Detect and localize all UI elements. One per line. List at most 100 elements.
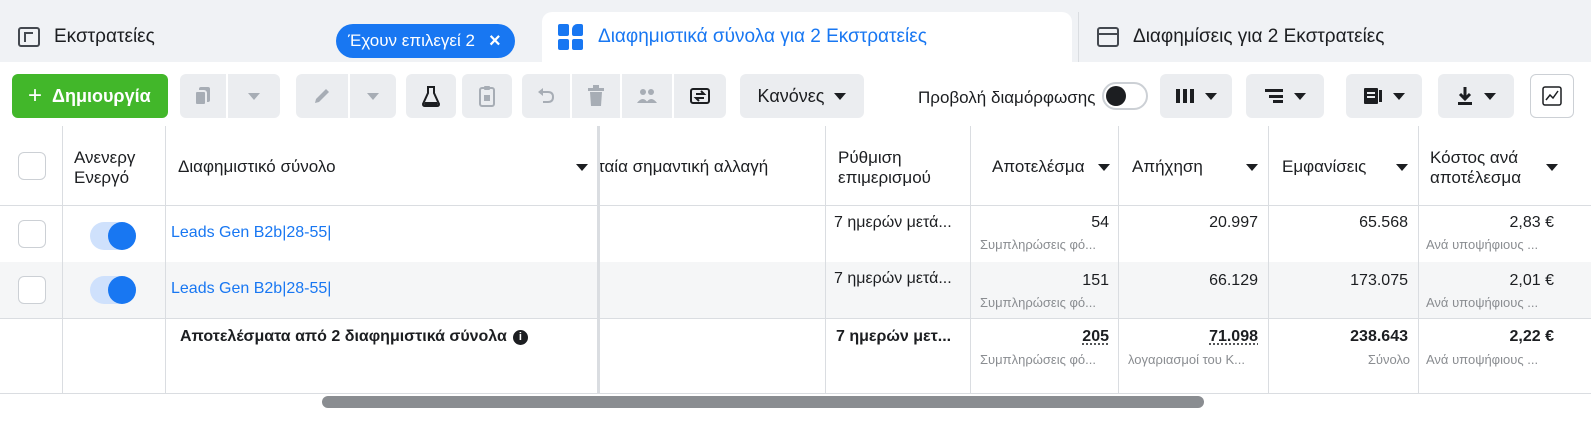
adsets-table: Ανενεργ Ενεργό Διαφημιστικό σύνολο ταία …: [0, 126, 1591, 422]
impressions-cell: 173.075: [1350, 272, 1408, 289]
summary-attribution: 7 ημερών μετ...: [836, 328, 952, 345]
undo-button[interactable]: [522, 74, 570, 118]
chevron-down-icon[interactable]: [1246, 164, 1258, 171]
create-button[interactable]: + Δημιουργία: [12, 74, 168, 118]
swap-button[interactable]: [674, 74, 726, 118]
header-impressions[interactable]: Εμφανίσεις: [1282, 157, 1366, 177]
tab-ads-label: Διαφημίσεις για 2 Εκστρατείες: [1133, 26, 1385, 47]
summary-reach-value: 71.098: [1209, 328, 1258, 345]
duplicate-button[interactable]: [180, 74, 226, 118]
column-divider: [165, 126, 166, 394]
header-attribution-setting[interactable]: Ρύθμιση επιμερισμού: [838, 148, 958, 188]
chevron-down-icon[interactable]: [576, 164, 588, 171]
header-last-significant-edit[interactable]: ταία σημαντική αλλαγή: [598, 157, 768, 177]
header-reach[interactable]: Απήχηση: [1132, 157, 1203, 177]
duplicate-dropdown-button[interactable]: [228, 74, 280, 118]
columns-button[interactable]: [1160, 74, 1232, 118]
results-cell: 54: [1091, 214, 1109, 231]
summary-impressions: 238.643: [1350, 328, 1408, 345]
results-type-cell: Συμπληρώσεις φό...: [980, 237, 1096, 252]
duplicate-icon: [194, 87, 210, 106]
download-icon: [1458, 87, 1472, 105]
rules-button[interactable]: Κανόνες: [740, 74, 864, 118]
charts-button[interactable]: [1530, 74, 1574, 118]
results-cell: 151: [1082, 272, 1109, 289]
chevron-down-icon: [1484, 92, 1496, 100]
header-adset-name[interactable]: Διαφημιστικό σύνολο: [178, 157, 336, 177]
adset-enable-toggle[interactable]: [90, 222, 136, 250]
tab-campaigns-label: Εκστρατείες: [54, 26, 155, 47]
toolbar: + Δημιουργία Κανόνες Προβολή διαμόρφωσης: [0, 62, 1591, 126]
header-results[interactable]: Αποτελέσμα: [992, 157, 1088, 177]
export-button[interactable]: [1438, 74, 1514, 118]
chevron-down-icon[interactable]: [1098, 164, 1110, 171]
toggle-knob: [1106, 86, 1126, 106]
audience-button[interactable]: [622, 74, 672, 118]
summary-results: 205: [978, 328, 1109, 346]
chevron-down-icon[interactable]: [1396, 164, 1408, 171]
clear-selection-icon[interactable]: ×: [489, 31, 501, 51]
adset-enable-toggle[interactable]: [90, 276, 136, 304]
chevron-down-icon: [834, 92, 847, 100]
attribution-cell: 7 ημερών μετά...: [834, 214, 952, 231]
chart-line-icon: [1542, 86, 1562, 106]
selected-chip-label: Έχουν επιλεγεί 2: [348, 31, 475, 50]
clipboard-icon: [479, 86, 495, 107]
chevron-down-icon: [367, 92, 379, 100]
toggle-knob: [108, 276, 136, 304]
rules-button-label: Κανόνες: [757, 85, 825, 106]
plus-icon: +: [28, 82, 43, 109]
reach-cell: 66.129: [1209, 272, 1258, 289]
edit-dropdown-button[interactable]: [350, 74, 396, 118]
chevron-down-icon[interactable]: [1546, 164, 1558, 171]
delete-button[interactable]: [572, 74, 620, 118]
chevron-down-icon: [1294, 92, 1306, 100]
table-header: Ανενεργ Ενεργό Διαφημιστικό σύνολο ταία …: [0, 126, 1591, 206]
adset-name-link[interactable]: Leads Gen B2b|28-55|: [171, 224, 331, 242]
select-all-checkbox[interactable]: [18, 152, 46, 180]
summary-label-text: Αποτελέσματα από 2 διαφημιστικά σύνολα: [180, 328, 507, 345]
edit-button[interactable]: [296, 74, 348, 118]
horizontal-scrollbar-thumb[interactable]: [322, 396, 1204, 408]
trash-icon: [588, 85, 604, 106]
cost-type-cell: Ανά υποψήφιους ...: [1426, 237, 1539, 252]
campaign-flag-icon: [18, 27, 40, 47]
tab-adsets[interactable]: Διαφημιστικά σύνολα για 2 Εκστρατείες: [542, 12, 1072, 62]
row-checkbox[interactable]: [18, 276, 46, 304]
cost-type-cell: Ανά υποψήφιους ...: [1426, 295, 1539, 310]
columns-icon: [1176, 89, 1194, 103]
cost-per-result-cell: 2,01 €: [1509, 272, 1554, 289]
column-divider: [970, 126, 971, 394]
column-divider: [62, 126, 63, 394]
swap-icon: [690, 88, 710, 104]
pencil-icon: [315, 89, 329, 103]
reports-button[interactable]: [1346, 74, 1422, 118]
summary-reach: 71.098: [1126, 328, 1258, 346]
adsets-grid-icon: [558, 24, 584, 50]
header-cost-per-result[interactable]: Κόστος ανά αποτέλεσμα: [1430, 148, 1540, 188]
chevron-down-icon: [1205, 92, 1217, 100]
header-on-off[interactable]: Ανενεργ Ενεργό: [74, 148, 140, 188]
clipboard-button[interactable]: [462, 74, 512, 118]
tab-ads[interactable]: Διαφημίσεις για 2 Εκστρατείες: [1078, 12, 1591, 62]
impressions-cell: 65.568: [1359, 214, 1408, 231]
view-setup-toggle[interactable]: [1102, 82, 1148, 110]
results-type-cell: Συμπληρώσεις φό...: [980, 295, 1096, 310]
beaker-icon: [422, 86, 440, 107]
column-divider: [825, 126, 826, 394]
column-divider: [1118, 126, 1119, 394]
attribution-cell: 7 ημερών μετά...: [834, 270, 952, 287]
frozen-column-divider: [597, 126, 600, 394]
summary-results-value: 205: [1082, 328, 1109, 345]
info-icon[interactable]: i: [512, 329, 528, 345]
breakdown-button[interactable]: [1246, 74, 1324, 118]
selected-campaigns-chip[interactable]: Έχουν επιλεγεί 2 ×: [336, 24, 515, 58]
ab-test-button[interactable]: [406, 74, 456, 118]
toggle-knob: [108, 222, 136, 250]
cost-per-result-cell: 2,83 €: [1509, 214, 1554, 231]
summary-results-type: Συμπληρώσεις φό...: [980, 352, 1096, 367]
summary-cost-type: Ανά υποψήφιους ...: [1426, 352, 1539, 367]
row-checkbox[interactable]: [18, 220, 46, 248]
column-divider: [1268, 126, 1269, 394]
adset-name-link[interactable]: Leads Gen B2b|28-55|: [171, 280, 331, 298]
